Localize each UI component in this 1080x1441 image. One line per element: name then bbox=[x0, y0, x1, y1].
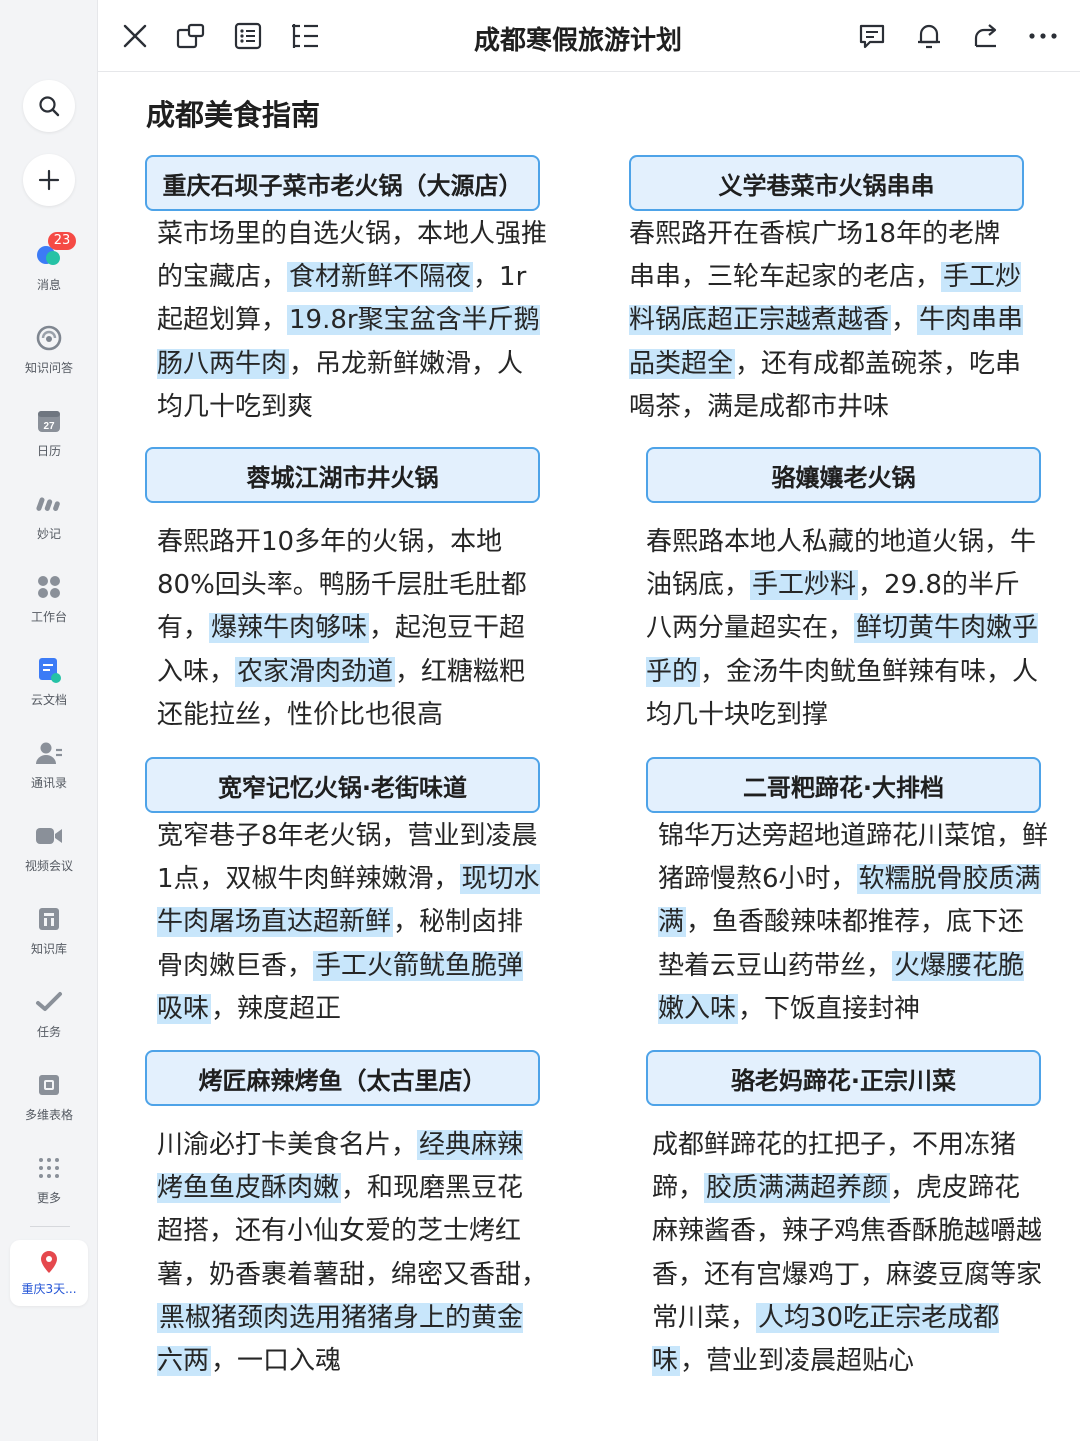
sidebar-item-contacts[interactable]: 通讯录 bbox=[0, 738, 98, 808]
outline-icon bbox=[234, 22, 262, 50]
restaurant-title: 义学巷菜市火锅串串 bbox=[629, 155, 1024, 211]
sidebar-item-calendar[interactable]: 27 日历 bbox=[0, 406, 98, 476]
restaurant-title: 烤匠麻辣烤鱼（太古里店） bbox=[145, 1050, 540, 1106]
body-text: 川渝必打卡美食名片， bbox=[157, 1130, 418, 1160]
restaurant-title: 宽窄记忆火锅·老街味道 bbox=[145, 757, 540, 813]
restaurant-description: 川渝必打卡美食名片，经典麻辣烤鱼鱼皮酥肉嫩，和现磨黑豆花超搭，还有小仙女爱的芝士… bbox=[157, 1124, 547, 1383]
restaurant-description: 成都鲜蹄花的扛把子，不用冻猪蹄，胶质满满超养颜，虎皮蹄花麻辣酱香，辣子鸡焦香酥脆… bbox=[652, 1124, 1042, 1383]
recent-doc-label: 重庆3天... bbox=[21, 1281, 77, 1296]
table-of-contents-icon bbox=[292, 24, 318, 48]
sidebar-item-label: 多维表格 bbox=[24, 1108, 73, 1122]
restaurant-description: 菜市场里的自选火锅，本地人强推的宝藏店，食材新鲜不隔夜，1r起超划算，19.8r… bbox=[157, 213, 547, 429]
unread-badge: 23 bbox=[48, 232, 76, 250]
new-window-icon bbox=[176, 23, 205, 49]
cloud-docs-icon bbox=[39, 658, 61, 683]
section-heading: 成都美食指南 bbox=[146, 98, 321, 132]
restaurant-description: 宽窄巷子8年老火锅，营业到凌晨1点，双椒牛肉鲜辣嫩滑，现切水牛肉屠场直达超新鲜，… bbox=[157, 815, 547, 1031]
highlighted-text: 胶质满满超养颜 bbox=[704, 1173, 891, 1204]
sidebar-item-label: 任务 bbox=[36, 1025, 61, 1039]
sidebar-item-workplace[interactable]: 工作台 bbox=[0, 572, 98, 642]
restaurant-title: 骆孃孃老火锅 bbox=[646, 447, 1041, 503]
sidebar-item-knowledge-qa[interactable]: 知识问答 bbox=[0, 323, 98, 393]
sidebar-item-cloud-docs[interactable]: 云文档 bbox=[0, 655, 98, 725]
more-icon bbox=[1029, 33, 1057, 39]
sidebar-item-tasks[interactable]: 任务 bbox=[0, 987, 98, 1057]
sidebar-item-label: 云文档 bbox=[30, 693, 67, 707]
highlighted-text: 手工炒料 bbox=[750, 570, 859, 601]
search-icon bbox=[39, 96, 60, 117]
sidebar-item-video-meeting[interactable]: 视频会议 bbox=[0, 821, 98, 891]
restaurant-title: 骆老妈蹄花·正宗川菜 bbox=[646, 1050, 1041, 1106]
restaurant-title: 二哥粑蹄花·大排档 bbox=[646, 757, 1041, 813]
highlighted-text: 爆辣牛肉够味 bbox=[209, 613, 370, 644]
restaurant-description: 春熙路开在香槟广场18年的老牌串串，三轮车起家的老店，手工炒料锅底超正宗越煮越香… bbox=[629, 213, 1024, 429]
wiki-icon bbox=[39, 908, 59, 930]
sidebar-item-label: 通讯录 bbox=[30, 776, 67, 790]
left-sidebar: 23 消息 知识问答 27 日历 妙记 工作台 云文档 通讯录 视频会议 知识库… bbox=[0, 0, 98, 1441]
highlighted-text: 食材新鲜不隔夜 bbox=[287, 262, 474, 293]
search-button[interactable] bbox=[23, 80, 75, 132]
share-button[interactable] bbox=[968, 18, 1004, 54]
sidebar-item-wiki[interactable]: 知识库 bbox=[0, 904, 98, 974]
notification-button[interactable] bbox=[911, 18, 947, 54]
restaurant-title: 蓉城江湖市井火锅 bbox=[145, 447, 540, 503]
close-icon bbox=[123, 24, 147, 48]
sidebar-item-label: 消息 bbox=[36, 278, 61, 292]
sidebar-item-label: 更多 bbox=[36, 1191, 61, 1205]
restaurant-description: 春熙路本地人私藏的地道火锅，牛油锅底，手工炒料，29.8的半斤八两分量超实在，鲜… bbox=[646, 521, 1041, 737]
body-text: ，辣度超正 bbox=[211, 993, 342, 1024]
body-text: ，营业到凌晨超贴心 bbox=[680, 1346, 915, 1377]
outline-button[interactable] bbox=[230, 18, 266, 54]
restaurant-description: 春熙路开10多年的火锅，本地80%回头率。鸭肠千层肚毛肚都有，爆辣牛肉够味，起泡… bbox=[157, 521, 547, 737]
close-button[interactable] bbox=[117, 18, 153, 54]
video-meeting-icon bbox=[36, 828, 62, 844]
document-title: 成都寒假旅游计划 bbox=[473, 26, 682, 56]
document-toolbar: 成都寒假旅游计划 bbox=[98, 0, 1080, 72]
body-text: ，一口入魂 bbox=[211, 1346, 342, 1377]
more-button[interactable] bbox=[1025, 18, 1061, 54]
body-text: ，金汤牛肉鱿鱼鲜辣有味，人均几十块吃到撑 bbox=[646, 656, 1039, 730]
more-grid-icon bbox=[39, 1158, 59, 1178]
create-button[interactable] bbox=[23, 154, 75, 206]
contacts-icon bbox=[36, 742, 62, 764]
location-pin-icon bbox=[41, 1250, 57, 1273]
sidebar-item-label: 知识问答 bbox=[24, 361, 73, 375]
knowledge-qa-icon bbox=[36, 325, 62, 351]
plus-icon bbox=[38, 169, 60, 191]
svg-text:27: 27 bbox=[43, 421, 55, 432]
highlighted-text: 农家滑肉劲道 bbox=[235, 656, 396, 687]
notification-bell-icon bbox=[918, 24, 940, 49]
restaurant-description: 锦华万达旁超地道蹄花川菜馆，鲜猪蹄慢熬6小时，软糯脱骨胶质满满，鱼香酸辣味都推荐… bbox=[658, 815, 1048, 1031]
sidebar-divider bbox=[30, 1226, 70, 1227]
sidebar-item-label: 视频会议 bbox=[24, 859, 73, 873]
sidebar-item-minutes[interactable]: 妙记 bbox=[0, 489, 98, 559]
table-of-contents-button[interactable] bbox=[287, 18, 323, 54]
sidebar-item-label: 工作台 bbox=[30, 610, 67, 624]
sidebar-item-label: 日历 bbox=[36, 444, 61, 458]
workplace-icon bbox=[38, 576, 60, 598]
sidebar-item-label: 知识库 bbox=[30, 942, 67, 956]
body-text: ，下饭直接封神 bbox=[738, 993, 921, 1024]
minutes-icon bbox=[36, 497, 60, 512]
share-icon bbox=[974, 24, 997, 48]
sidebar-item-more[interactable]: 更多 bbox=[0, 1153, 98, 1223]
new-window-button[interactable] bbox=[173, 18, 209, 54]
sidebar-item-messages[interactable]: 23 消息 bbox=[0, 232, 98, 310]
base-table-icon bbox=[39, 1075, 59, 1095]
restaurant-title: 重庆石坝子菜市老火锅（大源店） bbox=[145, 155, 540, 211]
calendar-icon: 27 bbox=[38, 411, 60, 432]
comment-button[interactable] bbox=[854, 18, 890, 54]
body-text: ， bbox=[891, 305, 918, 336]
sidebar-item-label: 妙记 bbox=[36, 527, 61, 541]
recent-doc-shortcut[interactable]: 重庆3天... bbox=[10, 1240, 88, 1306]
tasks-icon bbox=[36, 992, 62, 1011]
comment-icon bbox=[859, 24, 885, 49]
sidebar-item-base-table[interactable]: 多维表格 bbox=[0, 1070, 98, 1140]
